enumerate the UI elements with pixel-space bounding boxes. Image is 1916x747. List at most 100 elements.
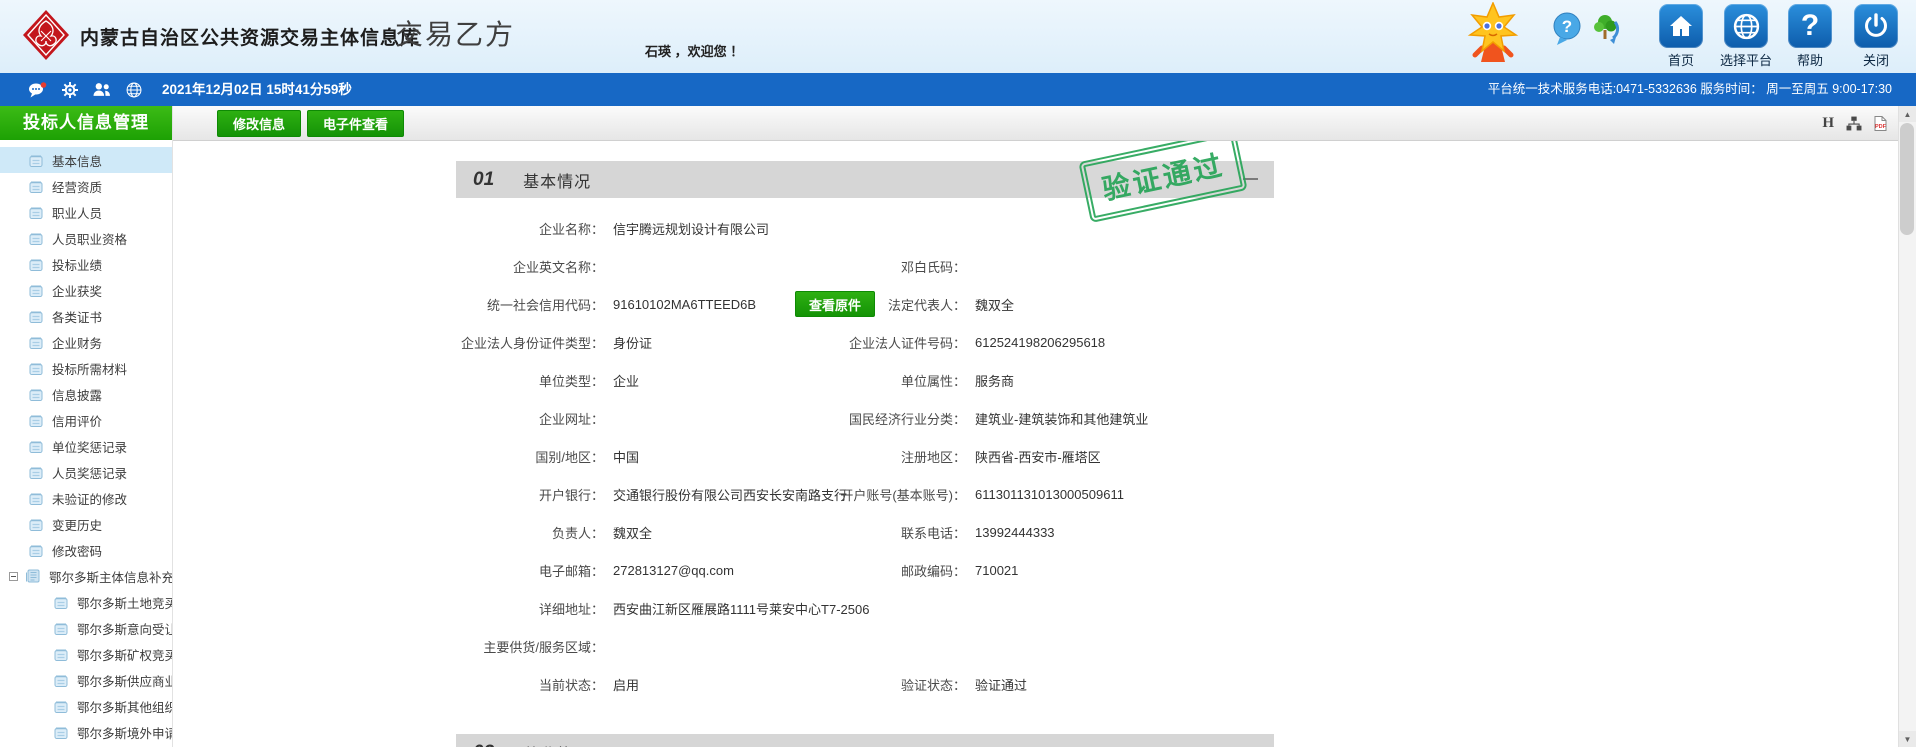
clipboard-icon [29, 154, 43, 167]
gear-icon[interactable] [62, 81, 78, 98]
sidebar-item-label: 鄂尔多斯境外申请人 [77, 726, 172, 741]
app-header: 内蒙古自治区公共资源交易主体信息库 交易乙方 石瑛 ，欢迎您 ！ ? 首页 选择… [0, 0, 1916, 73]
sidebar: 投标人信息管理 基本信息 经营资质 职业人员 人员职业资格 投标业绩 企业获奖 各类证书 企业… [0, 106, 173, 747]
tree-collapse-icon[interactable] [9, 571, 18, 581]
question-bubble-icon[interactable]: ? [1552, 12, 1582, 51]
field-label: 注册地区： [900, 449, 966, 465]
field-label: 企业法人证件号码： [848, 335, 966, 351]
globe-icon[interactable] [126, 82, 142, 98]
sidebar-item[interactable]: 人员奖惩记录 [0, 459, 172, 485]
nav-close[interactable]: 关闭 [1847, 4, 1905, 69]
field-label: 验证状态： [900, 677, 966, 693]
sidebar-item[interactable]: 企业财务 [0, 329, 172, 355]
nav-select-platform-label: 选择平台 [1719, 53, 1772, 68]
sidebar-menu: 基本信息经营资质职业人员人员职业资格投标业绩企业获奖 各类证书企业财务投标所需材料… [0, 140, 172, 745]
basic-info-fields: 企业名称： 信宇腾远规划设计有限公司 企业英文名称： 邓白氏码： 统一社会信用代码： 91… [456, 209, 1274, 703]
nav-home[interactable]: 首页 [1652, 4, 1710, 69]
field-value: 中国 [613, 449, 640, 465]
field-value: 身份证 [613, 335, 653, 351]
message-icon[interactable] [28, 81, 47, 98]
clipboard-icon [29, 440, 43, 453]
field-label: 邓白氏码： [900, 259, 966, 275]
sidebar-item-label: 职业人员 [52, 206, 103, 221]
sidebar-item-label: 信用评价 [52, 414, 103, 429]
field-cell: 验证状态： 验证通过 [828, 675, 1274, 694]
vertical-scrollbar[interactable]: ▲ ▼ [1898, 106, 1916, 747]
section-business-license-header: 02 营业执照 [456, 734, 1274, 747]
sidebar-item[interactable]: 修改密码 [0, 537, 172, 563]
sidebar-item[interactable]: 未验证的修改 [0, 485, 172, 511]
sidebar-item[interactable]: 投标业绩 [0, 251, 172, 277]
sidebar-item[interactable]: 企业获奖 [0, 277, 172, 303]
globe-icon[interactable] [1724, 4, 1768, 48]
users-icon[interactable] [93, 82, 111, 97]
field-label: 企业网址： [538, 411, 604, 427]
sidebar-item-label: 未验证的修改 [52, 492, 128, 507]
field-value: 魏双全 [613, 525, 653, 541]
sidebar-item[interactable]: 基本信息 [0, 147, 172, 173]
sidebar-item[interactable]: 信息披露 [0, 381, 172, 407]
field-cell: 国民经济行业分类： 建筑业-建筑装饰和其他建筑业 [828, 409, 1274, 428]
sidebar-item-label: 单位奖惩记录 [52, 440, 128, 455]
sitemap-icon[interactable] [1846, 116, 1862, 131]
sidebar-item[interactable]: 变更历史 [0, 511, 172, 537]
power-icon[interactable] [1854, 4, 1898, 48]
sidebar-item[interactable]: 信用评价 [0, 407, 172, 433]
section-title: 基本情况 [523, 173, 592, 191]
field-row: 开户银行： 交通银行股份有限公司西安长安南路支行 开户账号(基本账号)： 611301… [456, 475, 1274, 513]
sidebar-item[interactable]: 鄂尔多斯土地竞买人 [0, 589, 172, 615]
sidebar-item[interactable]: 鄂尔多斯矿权竞买人 [0, 641, 172, 667]
field-label: 负责人： [551, 525, 604, 541]
clipboard-icon [25, 569, 40, 583]
clipboard-icon [29, 362, 43, 375]
field-value: 验证通过 [975, 677, 1028, 693]
nav-select-platform[interactable]: 选择平台 [1717, 4, 1775, 69]
sidebar-item[interactable]: 职业人员 [0, 199, 172, 225]
font-h-icon[interactable]: H [1822, 115, 1834, 132]
pdf-icon[interactable]: PDF [1874, 115, 1887, 131]
svg-text:?: ? [1562, 17, 1572, 36]
field-cell: 企业法人证件号码： 612524198206295618 [828, 333, 1274, 352]
field-row: 企业网址： 国民经济行业分类： 建筑业-建筑装饰和其他建筑业 [456, 399, 1274, 437]
field-value: 魏双全 [975, 297, 1015, 313]
section-title: 营业执照 [523, 741, 591, 747]
sidebar-item-label: 企业财务 [52, 336, 103, 351]
field-label: 企业法人身份证件类型： [460, 335, 604, 351]
nav-help[interactable]: ? 帮助 [1781, 4, 1839, 69]
scroll-down-arrow[interactable]: ▼ [1899, 731, 1916, 747]
clipboard-icon [29, 492, 43, 505]
field-cell: 开户银行： 交通银行股份有限公司西安长安南路支行 [456, 485, 847, 504]
sidebar-item[interactable]: 经营资质 [0, 173, 172, 199]
sidebar-item-label: 投标业绩 [52, 258, 103, 273]
sidebar-item[interactable]: 投标所需材料 [0, 355, 172, 381]
sidebar-item[interactable]: 单位奖惩记录 [0, 433, 172, 459]
svg-text:PDF: PDF [1875, 124, 1887, 130]
home-icon[interactable] [1659, 4, 1703, 48]
modify-info-button[interactable]: 修改信息 [217, 109, 302, 137]
sidebar-item[interactable]: 人员职业资格 [0, 225, 172, 251]
sidebar-item[interactable]: 鄂尔多斯主体信息补充 [0, 563, 172, 589]
sidebar-item[interactable]: 鄂尔多斯供应商业务类型 [0, 667, 172, 693]
field-row: 主要供货/服务区域： [456, 627, 1274, 665]
scroll-up-arrow[interactable]: ▲ [1899, 106, 1916, 122]
view-original-button[interactable]: 查看原件 [795, 291, 876, 317]
e-file-view-button[interactable]: 电子件查看 [307, 109, 405, 137]
welcome-text: 石瑛 ，欢迎您 ！ [645, 44, 744, 59]
sidebar-item-label: 基本信息 [52, 154, 103, 169]
app-window: 内蒙古自治区公共资源交易主体信息库 交易乙方 石瑛 ，欢迎您 ！ ? 首页 选择… [0, 0, 1916, 747]
field-label: 电子邮箱： [538, 563, 604, 579]
sidebar-item[interactable]: 鄂尔多斯境外申请人 [0, 719, 172, 745]
sidebar-item[interactable]: 鄂尔多斯其他组织 [0, 693, 172, 719]
field-cell: 邮政编码： 710021 [828, 561, 1274, 580]
section-number: 02 [473, 742, 494, 747]
sidebar-item-label: 经营资质 [52, 180, 103, 195]
scroll-thumb[interactable] [1900, 123, 1914, 235]
field-row: 企业英文名称： 邓白氏码： [456, 247, 1274, 285]
sidebar-item[interactable]: 各类证书 [0, 303, 172, 329]
sidebar-item[interactable]: 鄂尔多斯意向受让方 [0, 615, 172, 641]
eco-tree-icon[interactable] [1592, 12, 1626, 51]
field-value: 611301131013000509611 [975, 486, 1124, 502]
question-icon[interactable]: ? [1788, 4, 1832, 48]
star-mascot-icon [1466, 1, 1520, 69]
field-cell: 开户账号(基本账号)： 611301131013000509611 [828, 485, 1274, 504]
